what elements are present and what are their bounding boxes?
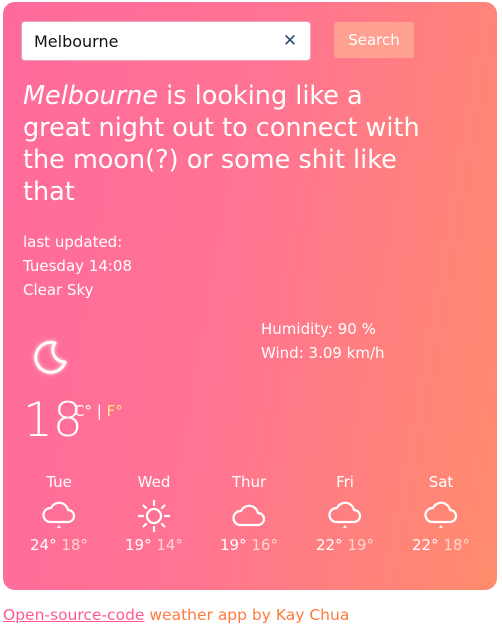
forecast-high: 19° — [220, 536, 247, 554]
cloud-rain-icon — [328, 501, 362, 528]
update-info: last updated: Tuesday 14:08 Clear Sky — [23, 230, 132, 302]
unit-toggle: C° | F° — [74, 402, 123, 420]
humidity: Humidity: 90 % — [261, 320, 376, 338]
weather-card: ✕ Search Melbourne is looking like a gre… — [3, 2, 497, 590]
celsius-link[interactable]: C° — [74, 402, 92, 420]
last-updated-value: Tuesday 14:08 — [23, 257, 133, 275]
forecast-low: 18° — [61, 536, 88, 554]
close-icon[interactable]: ✕ — [282, 32, 298, 50]
weather-description: Clear Sky — [23, 281, 94, 299]
cloud-rain-icon — [424, 501, 458, 528]
forecast-day: Fri 22° 19° — [305, 472, 385, 554]
wind: Wind: 3.09 km/h — [261, 344, 385, 362]
footer-text: weather app by Kay Chua — [144, 606, 350, 624]
forecast-day-name: Wed — [137, 473, 171, 491]
forecast-day: Tue 24° 18° — [19, 472, 99, 554]
headline: Melbourne is looking like a great night … — [23, 80, 423, 208]
cloud-icon — [232, 504, 266, 527]
forecast-low: 14° — [156, 536, 183, 554]
forecast-day: Sat 22° 18° — [401, 472, 481, 554]
footer: Open-source-code weather app by Kay Chua — [3, 606, 349, 624]
forecast-low: 19° — [347, 536, 374, 554]
forecast-day-name: Sat — [428, 473, 454, 491]
search-box: ✕ — [21, 21, 311, 61]
weather-details: Humidity: 90 % Wind: 3.09 km/h — [261, 317, 385, 365]
moon-icon — [34, 340, 67, 374]
unit-separator: | — [96, 402, 102, 420]
sun-icon — [137, 499, 171, 533]
forecast-day-name: Thur — [231, 473, 267, 491]
forecast-low: 18° — [443, 536, 470, 554]
headline-city: Melbourne — [23, 81, 159, 111]
forecast-high: 24° — [30, 536, 57, 554]
last-updated-label: last updated: — [23, 233, 123, 251]
forecast-day-name: Tue — [46, 473, 72, 491]
forecast-high: 22° — [412, 536, 439, 554]
forecast-day: Thur 19° 16° — [209, 472, 289, 554]
cloud-rain-icon — [42, 501, 76, 528]
forecast-day-name: Fri — [336, 473, 354, 491]
forecast-day: Wed 19° 14° — [114, 472, 194, 554]
forecast-high: 22° — [316, 536, 343, 554]
forecast: Tue 24° 18° Wed 19° 14° Thur 19° 16° Fri… — [3, 472, 497, 582]
forecast-high: 19° — [125, 536, 152, 554]
forecast-low: 16° — [251, 536, 278, 554]
source-code-link[interactable]: Open-source-code — [3, 606, 144, 624]
search-input[interactable] — [34, 22, 274, 60]
fahrenheit-link[interactable]: F° — [107, 402, 123, 420]
search-button[interactable]: Search — [334, 22, 414, 58]
